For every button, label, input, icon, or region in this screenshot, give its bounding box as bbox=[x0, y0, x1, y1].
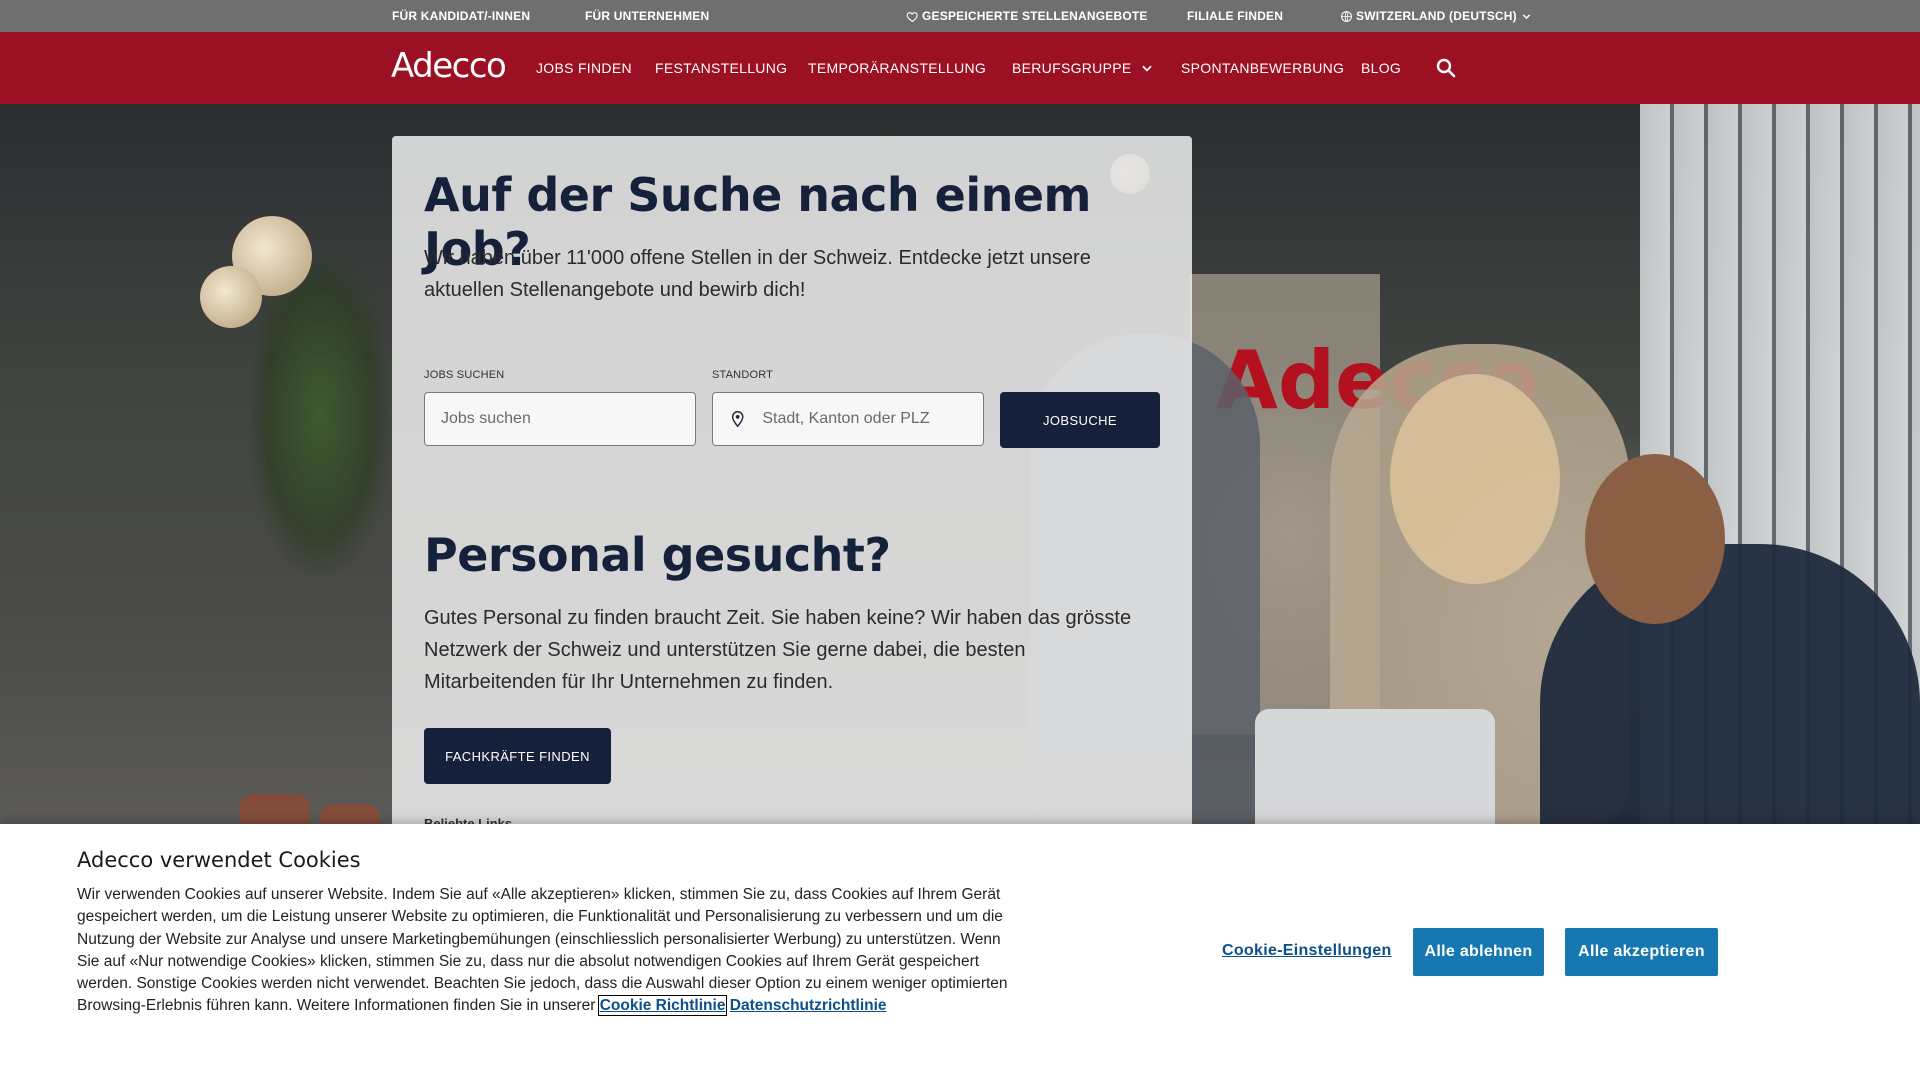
nav-item-label: BERUFSGRUPPE bbox=[1012, 60, 1132, 76]
adecco-logo[interactable]: Adecco bbox=[391, 46, 507, 86]
hero-bg-person-head bbox=[1390, 374, 1560, 584]
job-search-button[interactable]: JOBSUCHE bbox=[1000, 392, 1160, 448]
location-field[interactable] bbox=[712, 392, 984, 446]
jobs-search-field[interactable] bbox=[424, 392, 696, 446]
staff-search-title: Personal gesucht? bbox=[424, 528, 891, 582]
cookie-policy-link[interactable]: Cookie Richtlinie bbox=[597, 995, 728, 1017]
hero-bg-laptop bbox=[1255, 709, 1495, 824]
nav-item-jobs-finden[interactable]: JOBS FINDEN bbox=[536, 60, 632, 76]
hero-bg-chair bbox=[320, 804, 380, 824]
chevron-down-icon bbox=[1522, 13, 1531, 19]
utility-link-companies-label: FÜR UNTERNEHMEN bbox=[585, 9, 710, 23]
utility-link-candidates-label: FÜR KANDIDAT/-INNEN bbox=[392, 9, 531, 23]
jobs-search-input[interactable] bbox=[441, 410, 695, 428]
utility-link-candidates[interactable]: FÜR KANDIDAT/-INNEN bbox=[392, 9, 530, 23]
heart-icon bbox=[906, 11, 918, 22]
nav-item-label: TEMPORÄRANSTELLUNG bbox=[808, 60, 987, 76]
hero-bg-lamp bbox=[200, 266, 262, 328]
hero-bg-person-head bbox=[1585, 454, 1725, 624]
reject-all-button[interactable]: Alle ablehnen bbox=[1413, 928, 1544, 976]
location-label: STANDORT bbox=[712, 369, 774, 381]
cookie-banner-body: Wir verwenden Cookies auf unserer Websit… bbox=[77, 886, 1008, 1015]
cookie-banner-text: Wir verwenden Cookies auf unserer Websit… bbox=[77, 884, 1017, 1018]
utility-link-find-branch-label: FILIALE FINDEN bbox=[1187, 9, 1284, 23]
utility-link-saved-jobs-label: GESPEICHERTE STELLENANGEBOTE bbox=[922, 9, 1148, 23]
hero-bg-plant bbox=[250, 254, 390, 574]
nav-item-label: SPONTANBEWERBUNG bbox=[1181, 60, 1345, 76]
utility-bar: FÜR KANDIDAT/-INNEN FÜR UNTERNEHMEN GESP… bbox=[0, 0, 1920, 32]
job-search-subtitle: Wir haben über 11'000 offene Stellen in … bbox=[424, 247, 1091, 301]
nav-item-label: FESTANSTELLUNG bbox=[655, 60, 788, 76]
main-nav: Adecco JOBS FINDEN FESTANSTELLUNG TEMPOR… bbox=[0, 32, 1920, 104]
utility-link-saved-jobs[interactable]: GESPEICHERTE STELLENANGEBOTE bbox=[906, 9, 1148, 23]
region-selector[interactable]: SWITZERLAND (DEUTSCH) bbox=[1340, 9, 1533, 23]
cookie-banner: Adecco verwendet Cookies Wir verwenden C… bbox=[0, 824, 1920, 1080]
nav-item-festanstellung[interactable]: FESTANSTELLUNG bbox=[655, 60, 787, 76]
region-selector-label: SWITZERLAND (DEUTSCH) bbox=[1356, 9, 1517, 23]
utility-link-find-branch[interactable]: FILIALE FINDEN bbox=[1187, 9, 1283, 23]
nav-item-berufsgruppe[interactable]: BERUFSGRUPPE bbox=[1012, 60, 1154, 76]
accept-all-button[interactable]: Alle akzeptieren bbox=[1565, 928, 1718, 976]
privacy-policy-link[interactable]: Datenschutzrichtlinie bbox=[730, 997, 887, 1014]
staff-search-subtitle: Gutes Personal zu finden braucht Zeit. S… bbox=[424, 607, 1132, 693]
nav-item-spontanbewerbung[interactable]: SPONTANBEWERBUNG bbox=[1181, 60, 1344, 76]
cookie-settings-button[interactable]: Cookie-Einstellungen bbox=[1222, 942, 1392, 960]
globe-icon bbox=[1341, 10, 1352, 22]
location-input[interactable] bbox=[762, 410, 983, 428]
location-pin-icon bbox=[731, 411, 744, 428]
chevron-down-icon bbox=[1141, 65, 1152, 72]
cookie-banner-title: Adecco verwendet Cookies bbox=[77, 848, 361, 872]
jobs-search-label: JOBS SUCHEN bbox=[424, 369, 505, 381]
nav-item-temporaeranstellung[interactable]: TEMPORÄRANSTELLUNG bbox=[808, 60, 986, 76]
find-talent-button[interactable]: FACHKRÄFTE FINDEN bbox=[424, 728, 611, 784]
search-icon[interactable] bbox=[1434, 56, 1458, 80]
nav-item-blog[interactable]: BLOG bbox=[1361, 60, 1401, 76]
nav-item-label: JOBS FINDEN bbox=[536, 60, 632, 76]
hero-card: Auf der Suche nach einem Job? Wir haben … bbox=[392, 136, 1192, 836]
utility-link-companies[interactable]: FÜR UNTERNEHMEN bbox=[585, 9, 709, 23]
hero-bg-chair bbox=[240, 794, 310, 824]
nav-item-label: BLOG bbox=[1361, 60, 1402, 76]
